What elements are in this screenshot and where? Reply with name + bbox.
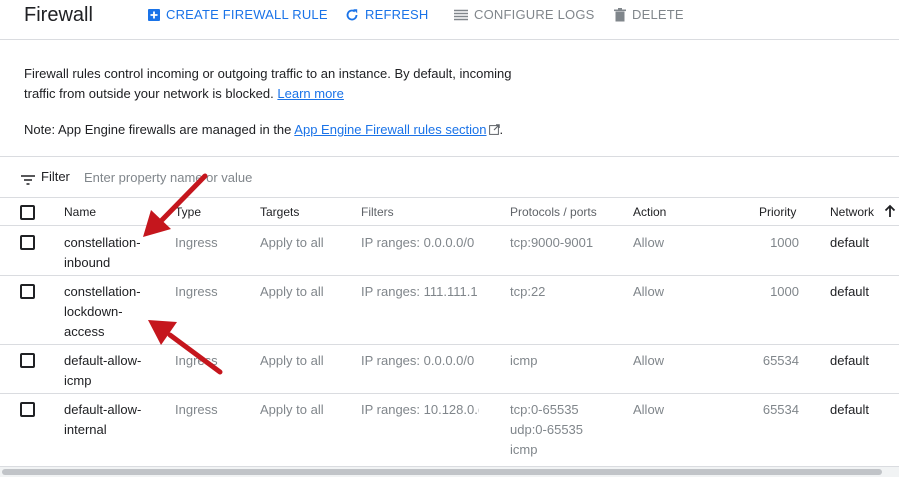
plus-box-icon <box>148 8 160 21</box>
column-header-priority[interactable]: Priority <box>759 205 796 219</box>
column-header-type[interactable]: Type <box>175 205 201 219</box>
column-header-network[interactable]: Network <box>830 205 874 219</box>
learn-more-link[interactable]: Learn more <box>277 86 343 101</box>
rule-action: Allow <box>633 353 665 368</box>
rule-targets: Apply to all <box>260 402 324 417</box>
rule-name-line: internal <box>64 422 107 437</box>
rule-name[interactable]: default-allow-icmp <box>64 351 154 391</box>
note-prefix: Note: App Engine firewalls are managed i… <box>24 122 292 137</box>
filter-input[interactable] <box>84 167 344 187</box>
rule-action: Allow <box>633 284 665 299</box>
rule-name[interactable]: constellation-inbound <box>64 233 154 273</box>
list-lines-icon <box>454 9 468 21</box>
arrow-up-icon[interactable] <box>884 204 896 221</box>
description-body: Firewall rules control incoming or outgo… <box>24 66 512 101</box>
rule-name-line: inbound <box>64 255 111 270</box>
rule-filters: IP ranges: 111.111.1 <box>361 284 478 299</box>
create-firewall-rule-label: CREATE FIREWALL RULE <box>166 7 328 22</box>
rule-protocols: tcp:9000-9001 <box>510 233 593 253</box>
rule-name-line: lockdown- <box>64 304 123 319</box>
table-row[interactable]: default-allow-internal Ingress Apply to … <box>0 394 899 466</box>
rule-filters: IP ranges: 0.0.0.0/0 <box>361 353 475 368</box>
app-engine-firewall-link-label: App Engine Firewall rules section <box>294 122 487 137</box>
table-row[interactable]: constellation-inbound Ingress Apply to a… <box>0 227 899 276</box>
rule-type: Ingress <box>175 284 218 299</box>
filter-lines-icon <box>21 172 35 190</box>
delete-button[interactable]: DELETE <box>614 7 684 22</box>
configure-logs-button[interactable]: CONFIGURE LOGS <box>454 7 595 22</box>
configure-logs-label: CONFIGURE LOGS <box>474 7 595 22</box>
rule-type: Ingress <box>175 402 218 417</box>
row-checkbox[interactable] <box>20 284 35 299</box>
column-header-filters[interactable]: Filters <box>361 205 394 219</box>
column-header-name[interactable]: Name <box>64 205 96 219</box>
rule-protocol-line: icmp <box>510 353 538 368</box>
rule-protocol-line: tcp:22 <box>510 284 546 299</box>
note-suffix: . <box>499 122 504 137</box>
rule-name-line: default-allow- <box>64 402 142 417</box>
column-header-action[interactable]: Action <box>633 205 666 219</box>
filter-label: Filter <box>41 169 70 184</box>
table-row[interactable]: constellation-lockdown-access Ingress Ap… <box>0 276 899 345</box>
rule-protocol-line: udp:0-65535 <box>510 422 584 437</box>
rule-protocols: icmp <box>510 351 537 371</box>
delete-label: DELETE <box>632 7 684 22</box>
rule-name-line: constellation- <box>64 235 141 250</box>
rule-filters: IP ranges: 10.128.0.( <box>361 402 479 417</box>
rule-protocols: tcp:0-65535 udp:0-65535 icmp <box>510 400 583 460</box>
rule-network[interactable]: default <box>830 233 869 253</box>
rule-protocol-line: tcp:9000-9001 <box>510 235 594 250</box>
scrollbar-thumb[interactable] <box>2 469 882 475</box>
rule-network[interactable]: default <box>830 400 869 420</box>
rule-filters: IP ranges: 0.0.0.0/0 <box>361 235 475 250</box>
page-header: Firewall CREATE FIREWALL RULE REFRESH CO… <box>0 0 899 40</box>
rule-targets: Apply to all <box>260 235 324 250</box>
filter-bar: Filter <box>0 156 899 198</box>
rule-action: Allow <box>633 402 665 417</box>
rule-network[interactable]: default <box>830 351 869 371</box>
trash-icon <box>614 7 626 22</box>
page-title: Firewall <box>24 4 93 26</box>
rule-protocol-line: icmp <box>510 442 538 457</box>
row-checkbox[interactable] <box>20 353 35 368</box>
rule-targets: Apply to all <box>260 353 324 368</box>
rule-action: Allow <box>633 235 665 250</box>
rule-name-line: constellation- <box>64 284 141 299</box>
rule-name-line: access <box>64 324 105 339</box>
rule-name[interactable]: constellation-lockdown-access <box>64 282 154 342</box>
refresh-label: REFRESH <box>365 7 429 22</box>
table-header: Name Type Targets Filters Protocols / po… <box>0 198 899 226</box>
column-header-targets[interactable]: Targets <box>260 205 299 219</box>
description-text: Firewall rules control incoming or outgo… <box>24 64 544 104</box>
app-engine-note: Note: App Engine firewalls are managed i… <box>24 120 503 141</box>
rule-priority: 1000 <box>770 284 799 299</box>
external-link-icon <box>488 121 500 141</box>
refresh-button[interactable]: REFRESH <box>345 7 429 22</box>
horizontal-scrollbar[interactable] <box>0 466 899 477</box>
column-header-protocols[interactable]: Protocols / ports <box>510 205 597 219</box>
rule-priority: 65534 <box>762 402 799 417</box>
rule-priority: 1000 <box>770 235 799 250</box>
rule-targets: Apply to all <box>260 284 324 299</box>
app-engine-firewall-link[interactable]: App Engine Firewall rules section <box>294 122 500 137</box>
rule-type: Ingress <box>175 353 218 368</box>
rule-name-line: icmp <box>64 373 92 388</box>
table-row[interactable]: default-allow-icmp Ingress Apply to all … <box>0 345 899 394</box>
rule-protocol-line: tcp:0-65535 <box>510 402 579 417</box>
create-firewall-rule-button[interactable]: CREATE FIREWALL RULE <box>148 7 328 22</box>
rule-name-line: default-allow- <box>64 353 142 368</box>
refresh-icon <box>345 8 359 22</box>
select-all-checkbox[interactable] <box>20 205 35 220</box>
rule-priority: 65534 <box>762 353 799 368</box>
rule-type: Ingress <box>175 235 218 250</box>
rule-network[interactable]: default <box>830 282 869 302</box>
row-checkbox[interactable] <box>20 235 35 250</box>
rule-protocols: tcp:22 <box>510 282 545 302</box>
row-checkbox[interactable] <box>20 402 35 417</box>
rule-name[interactable]: default-allow-internal <box>64 400 154 440</box>
